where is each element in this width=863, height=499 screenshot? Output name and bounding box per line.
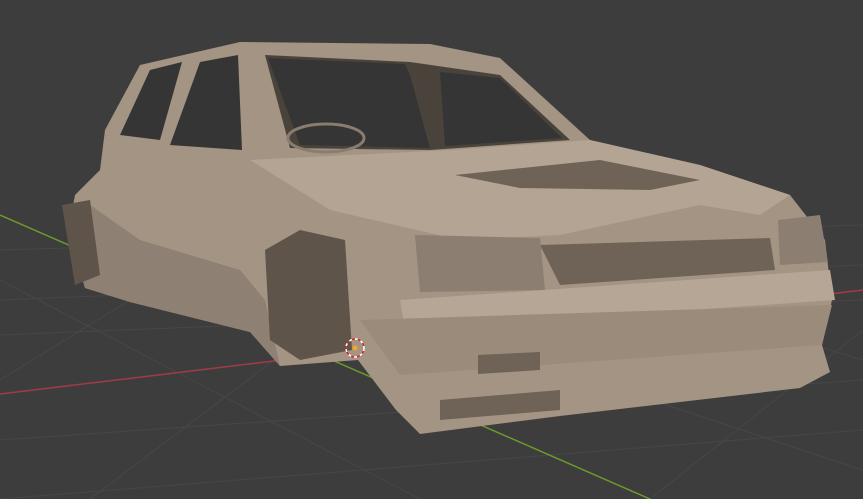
object-origin-icon <box>352 345 358 351</box>
3d-viewport[interactable] <box>0 0 863 499</box>
viewport-canvas[interactable] <box>0 0 863 499</box>
car-body-model[interactable] <box>62 42 835 434</box>
